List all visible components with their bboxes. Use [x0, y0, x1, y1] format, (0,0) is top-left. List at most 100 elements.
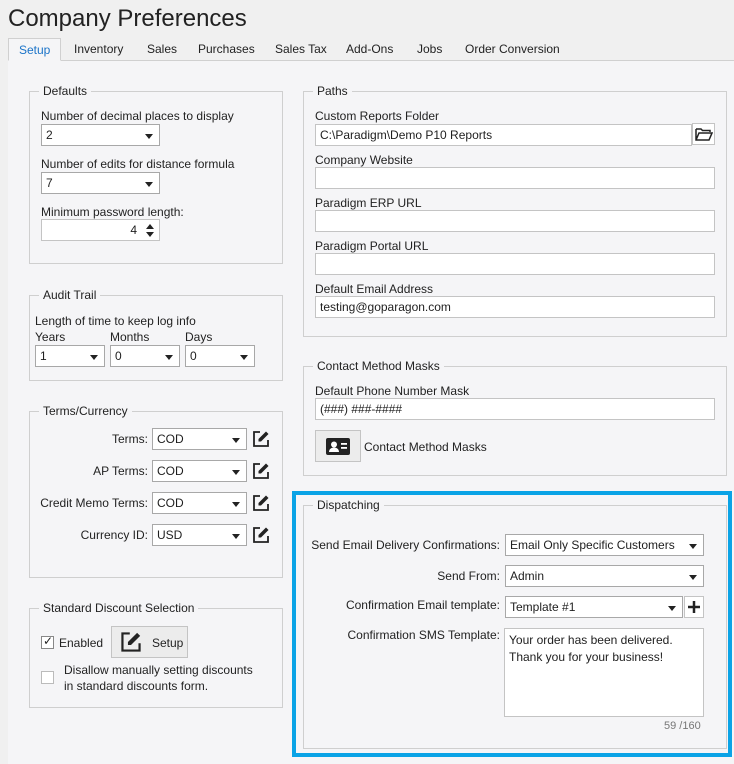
paths-legend: Paths [313, 84, 352, 98]
email-template-select[interactable]: Template #1 [505, 596, 683, 618]
enabled-label: Enabled [59, 636, 104, 650]
portal-url-input[interactable] [315, 253, 715, 275]
sms-template-textarea[interactable]: Your order has been delivered. Thank you… [504, 628, 704, 717]
edit-icon [253, 463, 269, 479]
audit-trail-group [29, 295, 283, 381]
edit-icon [253, 527, 269, 543]
default-email-input[interactable]: testing@goparagon.com [315, 296, 715, 318]
audit-description: Length of time to keep log info [35, 314, 196, 328]
standard-discount-group [29, 608, 283, 708]
phone-mask-input[interactable]: (###) ###-#### [315, 398, 715, 420]
custom-reports-label: Custom Reports Folder [315, 109, 440, 123]
disallow-discounts-label-line2: in standard discounts form. [64, 679, 209, 693]
decimal-places-value: 2 [46, 128, 53, 142]
delivery-confirmations-select[interactable]: Email Only Specific Customers [505, 534, 704, 556]
password-length-label: Minimum password length: [41, 205, 184, 219]
email-template-label: Confirmation Email template: [345, 598, 500, 612]
spin-up-icon[interactable] [146, 224, 154, 229]
contact-masks-legend: Contact Method Masks [313, 359, 444, 373]
chevron-down-icon [232, 438, 240, 443]
tab-inventory[interactable]: Inventory [64, 38, 133, 61]
currency-id-select[interactable]: USD [152, 524, 247, 546]
credit-memo-terms-value: COD [157, 496, 184, 510]
send-from-select[interactable]: Admin [505, 565, 704, 587]
delivery-confirmations-value: Email Only Specific Customers [510, 538, 675, 552]
browse-folder-button[interactable] [692, 123, 715, 145]
defaults-legend: Defaults [39, 84, 92, 98]
default-email-label: Default Email Address [315, 282, 434, 296]
years-select[interactable]: 1 [35, 345, 105, 367]
decimal-places-label: Number of decimal places to display [41, 109, 234, 123]
tab-sales[interactable]: Sales [137, 38, 187, 61]
chevron-down-icon [165, 355, 173, 360]
sms-character-counter: 59 /160 [664, 720, 701, 732]
erp-url-label: Paradigm ERP URL [315, 196, 422, 210]
months-select[interactable]: 0 [110, 345, 180, 367]
distance-edits-value: 7 [46, 176, 53, 190]
days-label: Days [185, 330, 213, 344]
edit-icon [120, 631, 142, 656]
terms-select[interactable]: COD [152, 428, 247, 450]
disallow-discounts-label-line1: Disallow manually setting discounts [64, 663, 253, 677]
edit-credit-memo-terms-button[interactable] [252, 494, 270, 512]
ap-terms-select[interactable]: COD [152, 460, 247, 482]
tab-sales-tax[interactable]: Sales Tax [265, 38, 337, 61]
currency-id-label: Currency ID: [80, 528, 148, 542]
setup-button-label: Setup [152, 636, 184, 650]
distance-edits-select[interactable]: 7 [41, 172, 160, 194]
decimal-places-select[interactable]: 2 [41, 124, 160, 146]
plus-icon [688, 601, 700, 613]
edit-terms-button[interactable] [252, 430, 270, 448]
erp-url-input[interactable] [315, 210, 715, 232]
send-from-label: Send From: [437, 569, 500, 583]
days-select[interactable]: 0 [185, 345, 255, 367]
spin-down-icon[interactable] [146, 232, 154, 237]
chevron-down-icon [232, 534, 240, 539]
setup-discount-button[interactable]: Setup [111, 626, 188, 658]
chevron-down-icon [668, 606, 676, 611]
email-template-value: Template #1 [510, 600, 576, 614]
tab-setup[interactable]: Setup [8, 38, 62, 61]
tab-add-ons[interactable]: Add-Ons [336, 38, 403, 61]
contact-masks-button-label[interactable]: Contact Method Masks [364, 440, 487, 454]
edit-currency-id-button[interactable] [252, 526, 270, 544]
contact-masks-group [303, 366, 727, 476]
ap-terms-value: COD [157, 464, 184, 478]
add-template-button[interactable] [684, 596, 704, 618]
custom-reports-input[interactable]: C:\Paradigm\Demo P10 Reports [315, 124, 692, 146]
chevron-down-icon [232, 502, 240, 507]
tab-order-conversion[interactable]: Order Conversion [455, 38, 570, 61]
portal-url-label: Paradigm Portal URL [315, 239, 429, 253]
company-website-label: Company Website [315, 153, 413, 167]
contact-masks-button[interactable] [315, 430, 361, 462]
terms-currency-legend: Terms/Currency [39, 404, 132, 418]
delivery-confirmations-label: Send Email Delivery Confirmations: [311, 538, 500, 552]
company-website-input[interactable] [315, 167, 715, 189]
chevron-down-icon [145, 182, 153, 187]
credit-memo-terms-select[interactable]: COD [152, 492, 247, 514]
page-title: Company Preferences [8, 5, 247, 32]
chevron-down-icon [232, 470, 240, 475]
credit-memo-terms-label: Credit Memo Terms: [40, 496, 148, 510]
folder-open-icon [695, 128, 713, 141]
tab-purchases[interactable]: Purchases [188, 38, 265, 61]
days-value: 0 [190, 349, 197, 363]
disallow-discounts-checkbox[interactable] [41, 671, 54, 684]
distance-edits-label: Number of edits for distance formula [41, 157, 235, 171]
password-length-spinner[interactable]: 4 [41, 219, 160, 241]
edit-ap-terms-button[interactable] [252, 462, 270, 480]
sms-template-label: Confirmation SMS Template: [347, 628, 500, 642]
years-label: Years [35, 330, 66, 344]
months-value: 0 [115, 349, 122, 363]
dispatching-legend: Dispatching [313, 498, 384, 512]
contact-card-icon [326, 438, 350, 455]
sms-template-line1: Your order has been delivered. [509, 633, 673, 647]
enabled-checkbox[interactable] [41, 634, 54, 649]
months-label: Months [110, 330, 150, 344]
password-length-value: 4 [130, 223, 137, 237]
currency-id-value: USD [157, 528, 183, 542]
tab-jobs[interactable]: Jobs [407, 38, 452, 61]
chevron-down-icon [689, 544, 697, 549]
chevron-down-icon [90, 355, 98, 360]
terms-value: COD [157, 432, 184, 446]
